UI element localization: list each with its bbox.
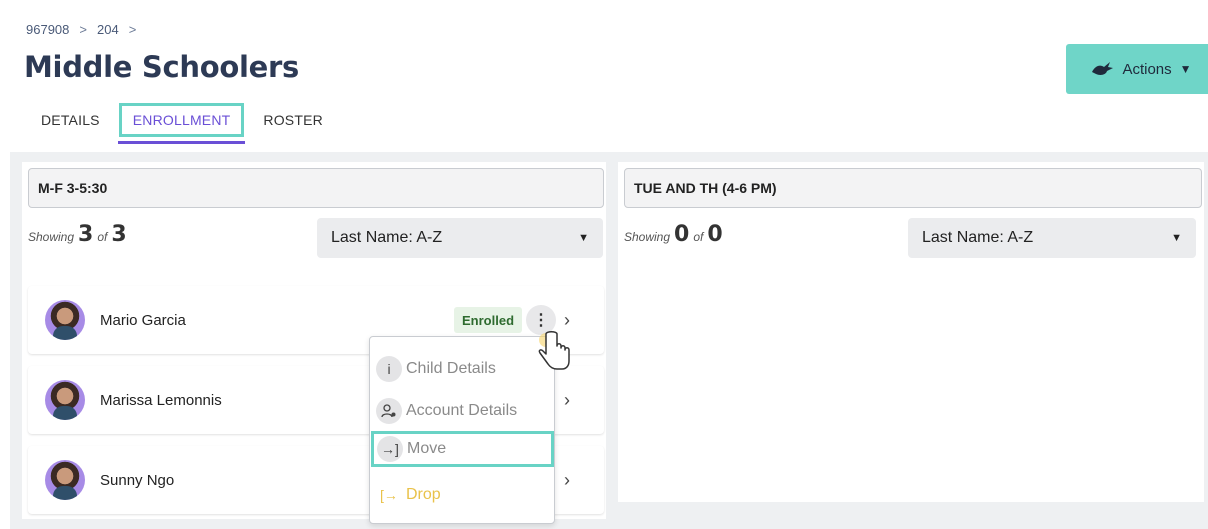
showing-count: Showing 3 of 3 bbox=[28, 222, 127, 247]
session-title: M-F 3-5:30 bbox=[28, 168, 604, 208]
showing-label: Showing bbox=[28, 230, 75, 244]
avatar bbox=[45, 460, 85, 500]
student-name[interactable]: Mario Garcia bbox=[100, 312, 186, 329]
caret-down-icon: ▼ bbox=[578, 232, 589, 244]
of-label: of bbox=[97, 230, 108, 244]
sort-value: Last Name: A-Z bbox=[331, 229, 443, 246]
chevron-right-icon[interactable]: › bbox=[564, 390, 570, 411]
actions-label: Actions bbox=[1122, 60, 1172, 78]
user-gear-icon bbox=[376, 398, 402, 424]
page: 967908 > 204 > Middle Schoolers Actions … bbox=[10, 10, 1208, 529]
drop-icon: [→ bbox=[380, 487, 398, 503]
total-count: 0 bbox=[707, 222, 723, 247]
avatar bbox=[45, 380, 85, 420]
caret-down-icon: ▼ bbox=[1179, 62, 1192, 76]
tab-bar: DETAILS ENROLLMENT ROSTER bbox=[30, 98, 334, 144]
sort-select[interactable]: Last Name: A-Z ▼ bbox=[317, 218, 603, 258]
total-count: 3 bbox=[111, 222, 127, 247]
sort-value: Last Name: A-Z bbox=[922, 229, 1034, 246]
tab-details[interactable]: DETAILS bbox=[30, 103, 111, 137]
info-icon: i bbox=[376, 356, 402, 382]
menu-item-account-details[interactable]: Account Details bbox=[376, 393, 517, 429]
breadcrumb: 967908 > 204 > bbox=[26, 22, 136, 37]
enrollment-board: M-F 3-5:30 Showing 3 of 3 Last Name: A-Z… bbox=[10, 152, 1208, 529]
breadcrumb-separator: > bbox=[128, 22, 137, 37]
bunny-icon bbox=[1092, 62, 1114, 75]
menu-item-label: Account Details bbox=[406, 402, 518, 419]
menu-item-drop[interactable]: [→ Drop bbox=[376, 477, 441, 513]
menu-item-label: Child Details bbox=[406, 360, 496, 377]
breadcrumb-separator: > bbox=[79, 22, 87, 37]
breadcrumb-item-location[interactable]: 204 bbox=[97, 22, 119, 37]
menu-item-label: Move bbox=[407, 440, 447, 457]
of-label: of bbox=[693, 230, 704, 244]
status-badge: Enrolled bbox=[454, 307, 523, 333]
session-column: TUE AND TH (4-6 PM) Showing 0 of 0 Last … bbox=[618, 162, 1204, 502]
showing-label: Showing bbox=[624, 230, 671, 244]
menu-item-move[interactable]: →] Move bbox=[371, 431, 554, 467]
showing-count: Showing 0 of 0 bbox=[624, 222, 723, 247]
chevron-right-icon[interactable]: › bbox=[564, 310, 570, 331]
page-title: Middle Schoolers bbox=[24, 50, 299, 84]
student-name[interactable]: Sunny Ngo bbox=[100, 472, 174, 489]
shown-count: 0 bbox=[674, 222, 690, 247]
menu-item-label: Drop bbox=[406, 486, 441, 503]
sort-select[interactable]: Last Name: A-Z ▼ bbox=[908, 218, 1196, 258]
menu-item-child-details[interactable]: i Child Details bbox=[376, 351, 496, 387]
session-title: TUE AND TH (4-6 PM) bbox=[624, 168, 1202, 208]
breadcrumb-item-org[interactable]: 967908 bbox=[26, 22, 69, 37]
avatar bbox=[45, 300, 85, 340]
tab-enrollment[interactable]: ENROLLMENT bbox=[117, 103, 246, 144]
tab-roster[interactable]: ROSTER bbox=[252, 103, 334, 137]
hand-cursor-icon bbox=[538, 331, 570, 370]
move-icon: →] bbox=[377, 436, 403, 462]
student-context-menu: i Child Details Account Details →] Move … bbox=[369, 336, 555, 524]
caret-down-icon: ▼ bbox=[1171, 232, 1182, 244]
actions-button[interactable]: Actions ▼ bbox=[1066, 44, 1208, 94]
student-name[interactable]: Marissa Lemonnis bbox=[100, 392, 222, 409]
shown-count: 3 bbox=[78, 222, 94, 247]
chevron-right-icon[interactable]: › bbox=[564, 470, 570, 491]
